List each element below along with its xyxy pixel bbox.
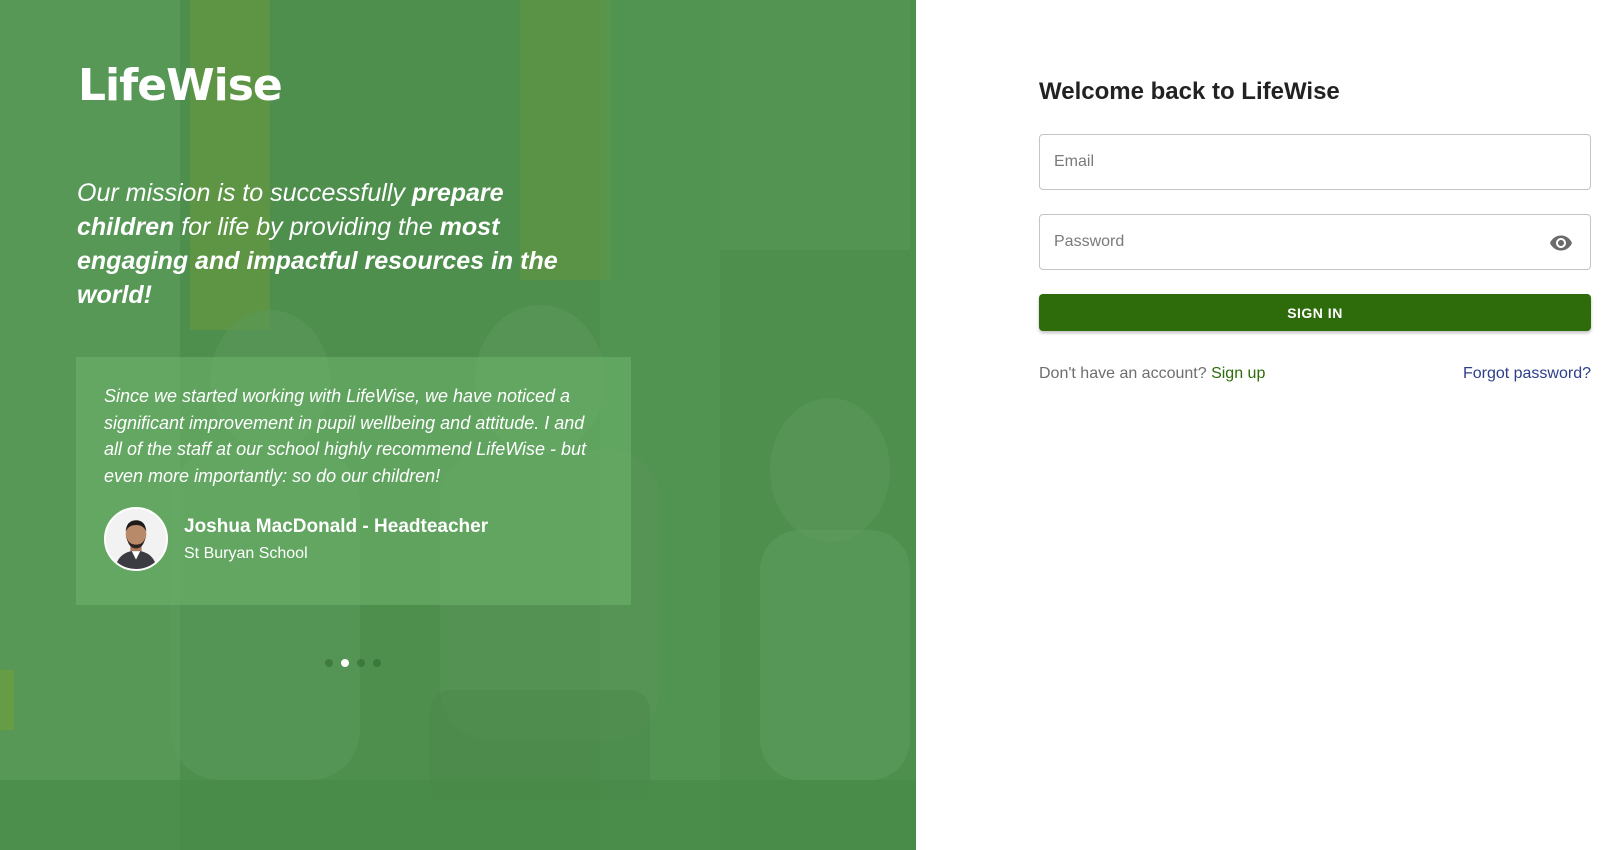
testimonial-quote: Since we started working with LifeWise, … — [104, 386, 587, 486]
forgot-password-link[interactable]: Forgot password? — [1463, 365, 1591, 383]
email-field — [1039, 134, 1591, 190]
carousel-dots — [325, 659, 381, 667]
carousel-dot[interactable] — [373, 659, 381, 667]
testimonial-author-name: Joshua MacDonald - Headteacher — [184, 516, 489, 537]
mission-statement: Our mission is to successfully prepare c… — [77, 179, 558, 309]
testimonial-author-school: St Buryan School — [184, 545, 308, 562]
eye-icon[interactable] — [1548, 230, 1574, 256]
carousel-dot[interactable] — [341, 659, 349, 667]
password-input[interactable] — [1054, 215, 1524, 269]
sign-in-button[interactable]: SIGN IN — [1039, 294, 1591, 331]
carousel-dot[interactable] — [325, 659, 333, 667]
author-avatar — [104, 507, 168, 571]
password-field — [1039, 214, 1591, 270]
signup-prompt: Don't have an account? Sign up — [1039, 365, 1265, 383]
login-title: Welcome back to LifeWise — [1039, 78, 1340, 105]
carousel-dot[interactable] — [357, 659, 365, 667]
no-account-text: Don't have an account? — [1039, 365, 1207, 382]
sign-up-link[interactable]: Sign up — [1211, 365, 1265, 382]
testimonial-card: Since we started working with LifeWise, … — [76, 357, 631, 605]
email-input[interactable] — [1054, 135, 1524, 189]
hero-panel: LifeWise Our mission is to successfully … — [0, 0, 916, 850]
lifewise-logo: LifeWise — [78, 60, 283, 111]
